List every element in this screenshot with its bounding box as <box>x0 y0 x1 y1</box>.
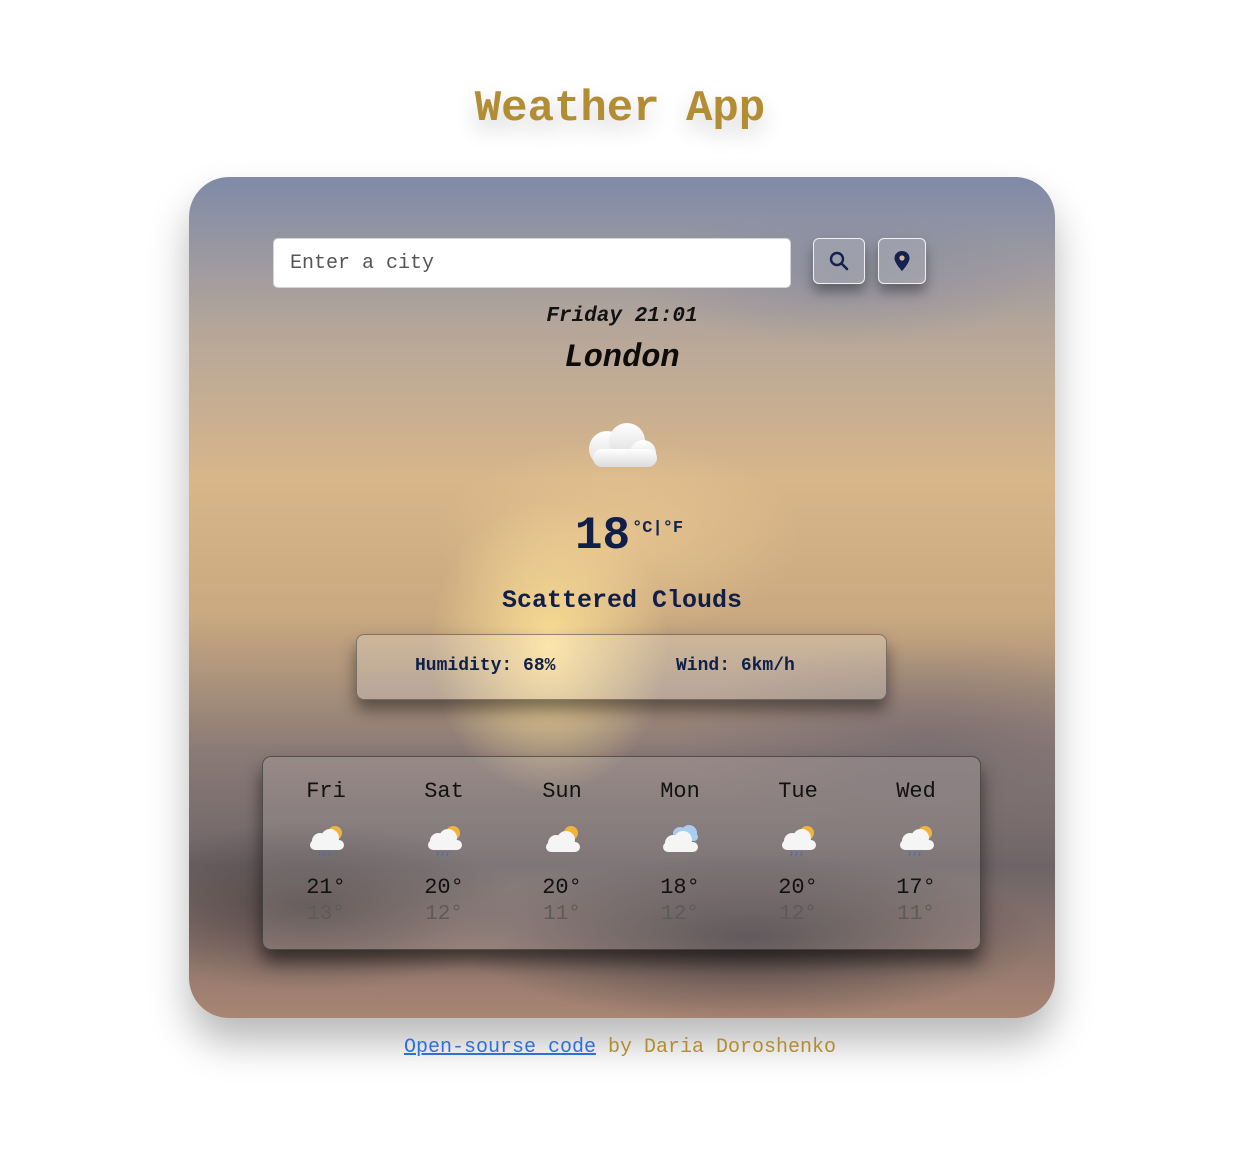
weather-description: Scattered Clouds <box>501 586 743 615</box>
forecast-day: Wed 17° 11° <box>857 757 975 951</box>
forecast-day-name: Wed <box>896 779 936 804</box>
forecast-high: 18° <box>660 875 700 900</box>
current-datetime: Friday 21:01 <box>546 305 698 328</box>
wind-value: 6km/h <box>740 656 795 676</box>
forecast-day: Sat 20° 12° <box>385 757 503 951</box>
forecast-day: Mon 18° 12° <box>621 757 739 951</box>
sun-cloud-rain-icon <box>310 826 344 857</box>
city-search-input[interactable] <box>273 238 791 288</box>
forecast-day: Sun 20° 11° <box>503 757 621 951</box>
map-pin-icon <box>894 251 910 271</box>
page: Weather App Friday 21:01 London <box>0 0 1240 1155</box>
city-name: London <box>564 339 680 376</box>
forecast-high: 20° <box>542 875 582 900</box>
cloud-icon <box>589 423 657 467</box>
sun-cloud-rain-icon <box>782 826 816 857</box>
sun-cloud-rain-icon <box>900 826 934 857</box>
forecast-day-name: Fri <box>306 779 346 804</box>
forecast-day-name: Sat <box>424 779 464 804</box>
forecast-day-name: Sun <box>542 779 582 804</box>
fahrenheit-link[interactable]: °F <box>663 519 683 538</box>
unit-separator: | <box>652 519 663 538</box>
forecast-high: 20° <box>778 875 818 900</box>
app-title: Weather App <box>474 84 766 134</box>
weather-card: Friday 21:01 London 18 °C|°F Scattere <box>189 177 1055 1018</box>
forecast-day: Tue 20° 12° <box>739 757 857 951</box>
forecast-low: 13° <box>307 903 345 926</box>
forecast-low: 11° <box>543 903 581 926</box>
author-credit: by Daria Doroshenko <box>595 1036 837 1059</box>
celsius-link[interactable]: °C <box>632 519 652 538</box>
forecast-low: 12° <box>661 903 699 926</box>
search-icon <box>829 251 849 271</box>
weather-details-panel: Humidity: 68% Wind: 6km/h <box>356 634 887 700</box>
clouds-icon <box>663 825 698 852</box>
humidity-label: Humidity: <box>415 656 513 676</box>
forecast-low: 12° <box>779 903 817 926</box>
humidity-value: 68% <box>523 656 556 676</box>
footer: Open-sourse code by Daria Doroshenko <box>0 1036 1240 1059</box>
forecast-high: 17° <box>896 875 936 900</box>
wind: Wind: 6km/h <box>676 656 795 676</box>
forecast-day-name: Mon <box>660 779 700 804</box>
forecast-day-name: Tue <box>778 779 818 804</box>
unit-toggle: °C|°F <box>632 519 683 538</box>
humidity: Humidity: 68% <box>415 656 555 676</box>
forecast-low: 12° <box>425 903 463 926</box>
search-button[interactable] <box>813 238 865 284</box>
current-temperature: 18 <box>574 510 631 562</box>
forecast-high: 21° <box>306 875 346 900</box>
sun-cloud-rain-icon <box>428 826 462 857</box>
forecast-high: 20° <box>424 875 464 900</box>
current-location-button[interactable] <box>878 238 926 284</box>
forecast-low: 11° <box>897 903 935 926</box>
temperature-block: 18 °C|°F <box>189 513 1055 559</box>
source-code-link[interactable]: Open-sourse code <box>404 1036 596 1059</box>
forecast-panel: Fri 21° 13° Sat 20° 12° Sun 20° 11° Mon … <box>262 756 981 950</box>
forecast-day: Fri 21° 13° <box>267 757 385 951</box>
sun-cloud-icon <box>546 826 580 852</box>
wind-label: Wind: <box>676 656 731 676</box>
